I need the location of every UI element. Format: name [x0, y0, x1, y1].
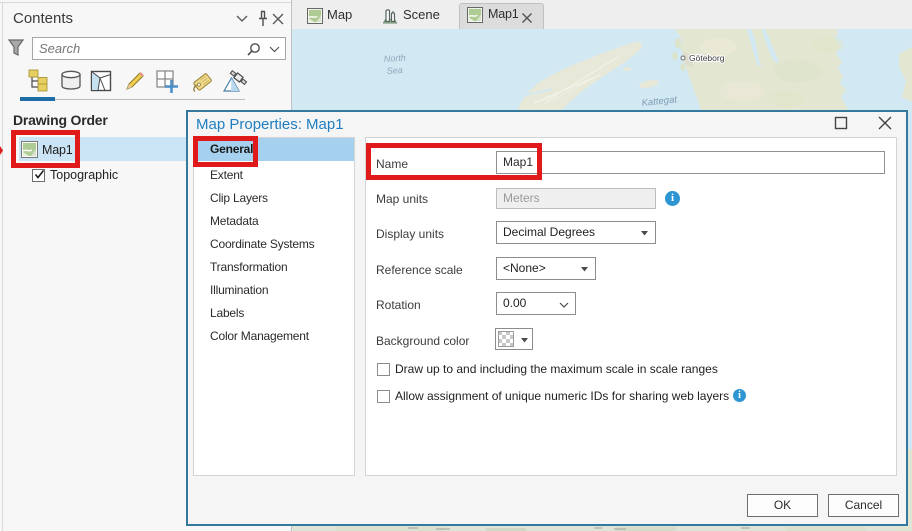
svg-text:Göteborg: Göteborg — [689, 53, 725, 63]
svg-text:North: North — [383, 52, 406, 64]
svg-text:Sea: Sea — [386, 65, 403, 76]
